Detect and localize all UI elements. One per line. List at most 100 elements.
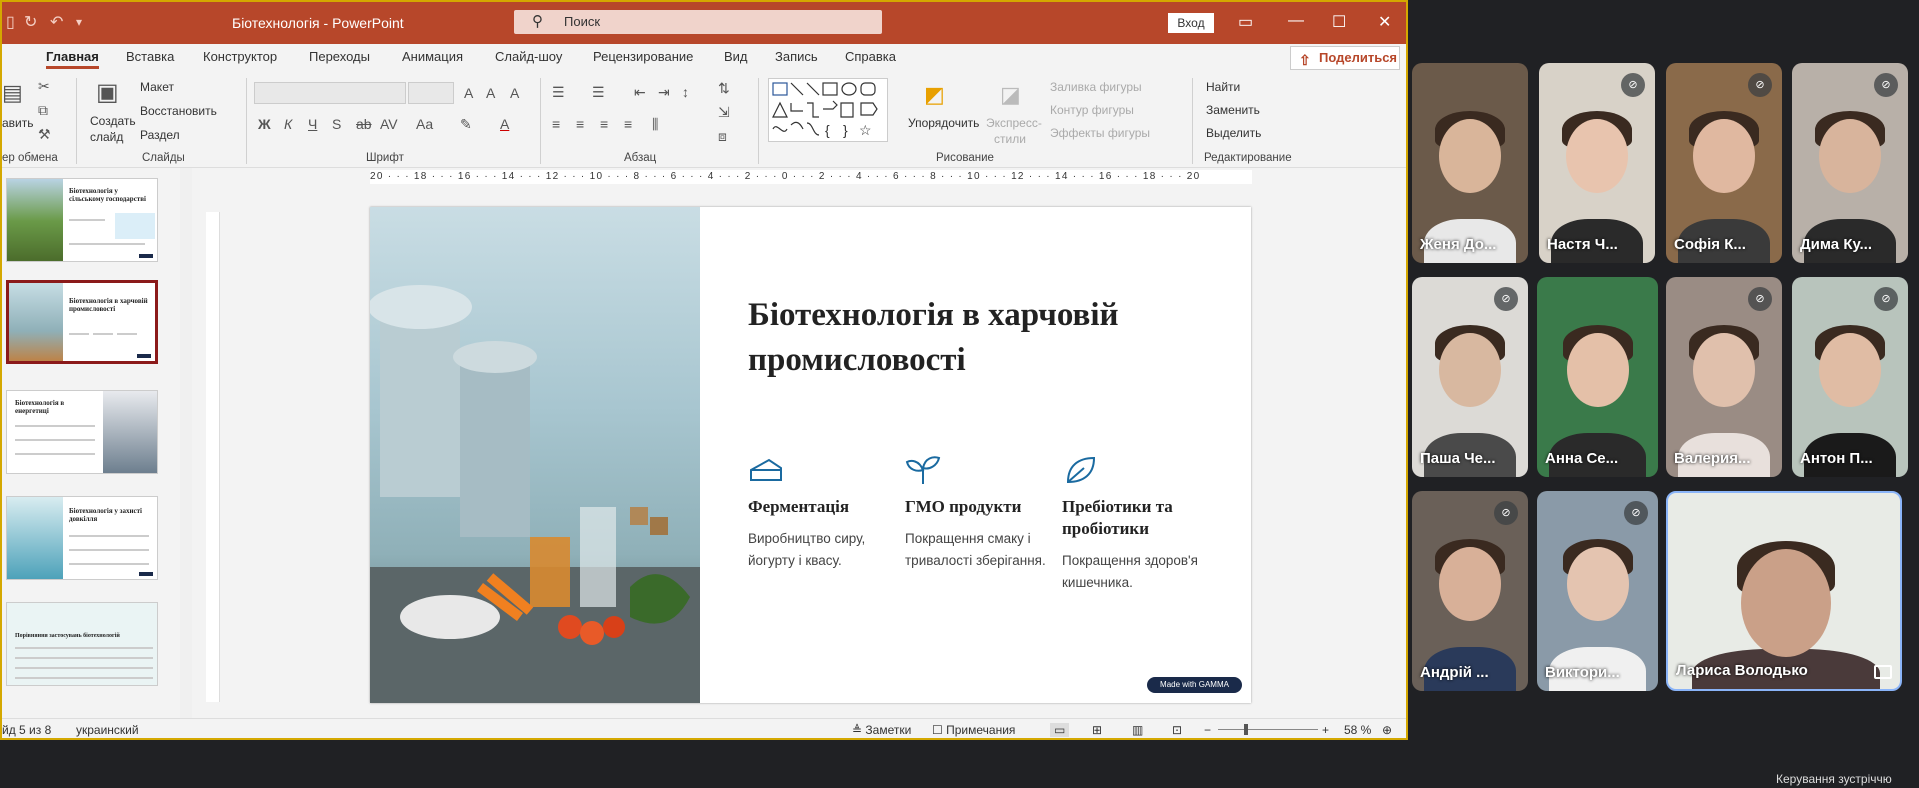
- columns-icon[interactable]: ⫼: [652, 116, 658, 133]
- arrange-icon[interactable]: ◩: [924, 82, 945, 108]
- decrease-font-icon[interactable]: A: [486, 85, 495, 101]
- underline-icon[interactable]: Ч: [308, 116, 317, 132]
- ribbon-display-icon[interactable]: ▭: [1238, 12, 1253, 32]
- slide-thumbnail[interactable]: Біотехнологія у сільському господарстві: [6, 178, 158, 262]
- shapes-gallery[interactable]: {} ☆: [768, 78, 888, 142]
- clear-format-icon[interactable]: A: [510, 85, 519, 101]
- notes-button[interactable]: ≜ Заметки: [852, 723, 911, 737]
- font-color-icon[interactable]: A: [500, 116, 509, 132]
- sign-in-button[interactable]: Вход: [1168, 13, 1214, 33]
- made-with-gamma-badge[interactable]: Made with GAMMA: [1147, 677, 1242, 693]
- quick-styles-icon[interactable]: ◪: [1000, 82, 1021, 108]
- font-family-select[interactable]: [254, 82, 406, 104]
- zoom-slider[interactable]: [1218, 729, 1318, 730]
- slide-thumbnail[interactable]: Біотехнологія у захисті довкілля: [6, 496, 158, 580]
- shadow-icon[interactable]: S: [332, 116, 341, 132]
- undo-icon[interactable]: ↶: [50, 12, 63, 32]
- cut-icon[interactable]: ✂: [38, 78, 50, 95]
- new-slide-label-1[interactable]: Создать: [90, 114, 136, 128]
- slide-canvas[interactable]: Біотехнологія в харчовій промисловості Ф…: [370, 207, 1251, 703]
- bullets-icon[interactable]: ☰: [552, 84, 565, 101]
- layout-button[interactable]: Макет: [140, 80, 174, 94]
- paste-label[interactable]: авить: [2, 116, 34, 130]
- bold-icon[interactable]: Ж: [258, 116, 271, 132]
- tab-review[interactable]: Рецензирование: [593, 49, 693, 64]
- tab-insert[interactable]: Вставка: [126, 49, 174, 64]
- align-text-icon[interactable]: ⇲: [718, 104, 730, 121]
- fit-slide-icon[interactable]: ⊕: [1382, 723, 1392, 737]
- increase-font-icon[interactable]: A: [464, 85, 473, 101]
- select-button[interactable]: Выделить: [1206, 126, 1261, 140]
- tab-slideshow[interactable]: Слайд-шоу: [495, 49, 562, 64]
- find-button[interactable]: Найти: [1206, 80, 1240, 94]
- tab-transitions[interactable]: Переходы: [309, 49, 370, 64]
- font-size-select[interactable]: [408, 82, 454, 104]
- zoom-in-icon[interactable]: +: [1322, 723, 1329, 737]
- highlight-icon[interactable]: ✎: [460, 116, 472, 133]
- maximize-icon[interactable]: ☐: [1332, 12, 1346, 32]
- spacing-icon[interactable]: AV: [380, 116, 398, 132]
- shape-outline-button[interactable]: Контур фигуры: [1050, 103, 1134, 117]
- decrease-indent-icon[interactable]: ⇤: [634, 84, 646, 101]
- numbering-icon[interactable]: ☰: [592, 84, 605, 101]
- customize-icon[interactable]: ▾: [76, 15, 82, 29]
- participant-tile[interactable]: ⊘ Дима Ку...: [1792, 63, 1908, 263]
- minimize-icon[interactable]: —: [1288, 12, 1304, 30]
- align-center-icon[interactable]: ≡: [576, 116, 584, 132]
- shape-effects-button[interactable]: Эффекты фигуры: [1050, 126, 1150, 140]
- language-indicator[interactable]: украинский: [76, 723, 139, 737]
- justify-icon[interactable]: ≡: [624, 116, 632, 132]
- new-slide-label-2[interactable]: слайд: [90, 130, 123, 144]
- tab-view[interactable]: Вид: [724, 49, 748, 64]
- search-input[interactable]: ⚲ Поиск: [514, 10, 882, 34]
- zoom-slider-thumb[interactable]: [1244, 724, 1248, 735]
- thumbnail-scrollbar[interactable]: [180, 168, 192, 718]
- participant-tile[interactable]: ⊘ Настя Ч...: [1539, 63, 1655, 263]
- arrange-button[interactable]: Упорядочить: [908, 116, 979, 130]
- zoom-out-icon[interactable]: −: [1204, 723, 1211, 737]
- new-slide-icon[interactable]: ▣: [96, 78, 119, 107]
- participant-tile[interactable]: ⊘ Софія К...: [1666, 63, 1782, 263]
- redo-icon[interactable]: ↻: [24, 12, 37, 32]
- shape-fill-button[interactable]: Заливка фигуры: [1050, 80, 1142, 94]
- participant-tile[interactable]: Анна Се...: [1537, 277, 1658, 477]
- save-icon[interactable]: ▯: [6, 12, 15, 32]
- participant-tile[interactable]: Лариса Володько: [1666, 491, 1902, 691]
- quick-styles-label-1[interactable]: Экспресс-: [986, 116, 1042, 130]
- line-spacing-icon[interactable]: ↕: [682, 84, 689, 100]
- slide-thumbnail[interactable]: Порівняння застосувань біотехнологій: [6, 602, 158, 686]
- smartart-icon[interactable]: ⧈: [718, 128, 727, 145]
- tab-help[interactable]: Справка: [845, 49, 896, 64]
- participant-tile[interactable]: ⊘ Андрій ...: [1412, 491, 1528, 691]
- slide-thumbnail[interactable]: Біотехнологія в енергетиці: [6, 390, 158, 474]
- italic-icon[interactable]: К: [284, 116, 292, 132]
- close-icon[interactable]: ✕: [1378, 12, 1391, 32]
- participant-tile[interactable]: ⊘ Паша Че...: [1412, 277, 1528, 477]
- participant-tile[interactable]: ⊘ Антон П...: [1792, 277, 1908, 477]
- participant-tile[interactable]: ⊘ Виктори...: [1537, 491, 1658, 691]
- participant-tile[interactable]: ⊘ Валерия...: [1666, 277, 1782, 477]
- reading-view-icon[interactable]: ▥: [1132, 723, 1143, 737]
- paste-icon[interactable]: ▤: [2, 80, 23, 106]
- align-right-icon[interactable]: ≡: [600, 116, 608, 132]
- zoom-level[interactable]: 58 %: [1344, 723, 1371, 737]
- tab-animations[interactable]: Анимация: [402, 49, 463, 64]
- tab-design[interactable]: Конструктор: [203, 49, 277, 64]
- slide-sorter-icon[interactable]: ⊞: [1092, 723, 1102, 737]
- meeting-controls-label[interactable]: Керування зустріччю: [1776, 772, 1892, 786]
- text-direction-icon[interactable]: ⇅: [718, 80, 730, 97]
- reset-button[interactable]: Восстановить: [140, 104, 217, 118]
- share-button[interactable]: ⇧ Поделиться: [1290, 46, 1400, 70]
- copy-icon[interactable]: ⧉: [38, 102, 48, 119]
- tab-home[interactable]: Главная: [46, 49, 99, 69]
- normal-view-icon[interactable]: ▭: [1050, 723, 1070, 737]
- slide-title[interactable]: Біотехнологія в харчовій промисловості: [748, 293, 1228, 383]
- slide-thumbnail-selected[interactable]: Біотехнологія в харчовій промисловості: [6, 280, 158, 364]
- slideshow-icon[interactable]: ⊡: [1172, 723, 1182, 737]
- format-painter-icon[interactable]: ⚒: [38, 126, 51, 143]
- replace-button[interactable]: Заменить: [1206, 103, 1260, 117]
- align-left-icon[interactable]: ≡: [552, 116, 560, 132]
- quick-styles-label-2[interactable]: стили: [994, 132, 1026, 146]
- change-case-icon[interactable]: Aa: [416, 116, 433, 132]
- tab-record[interactable]: Запись: [775, 49, 818, 64]
